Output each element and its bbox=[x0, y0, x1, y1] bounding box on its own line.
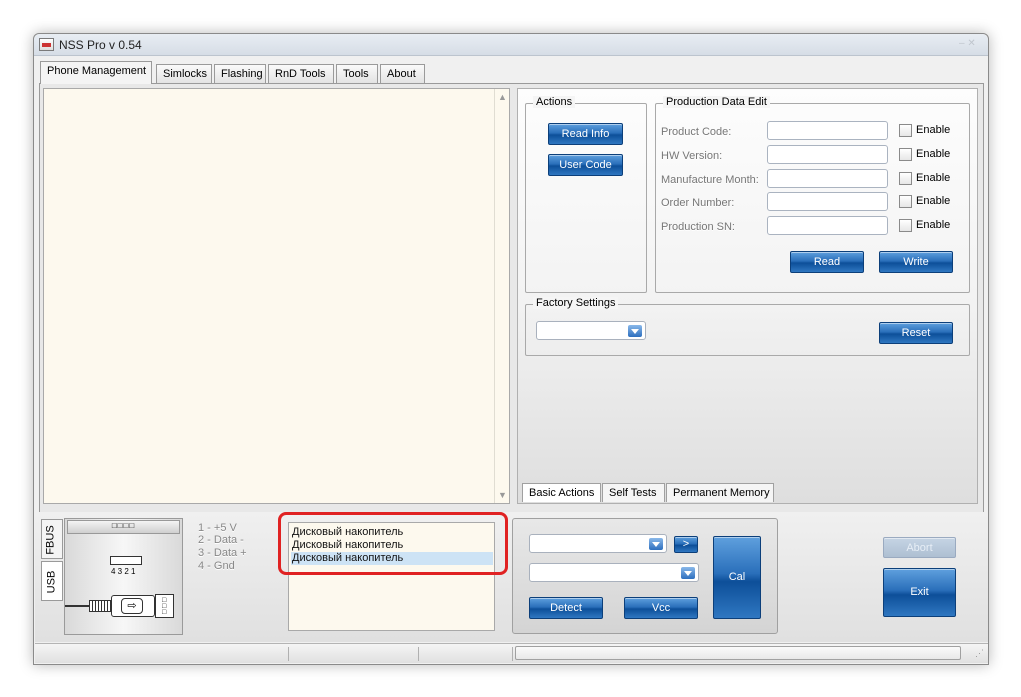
combo-dropdown-icon[interactable] bbox=[649, 538, 663, 550]
pin-3-label: 3 - Data + bbox=[198, 547, 247, 559]
window-controls[interactable]: – ✕ bbox=[959, 38, 979, 50]
reset-button[interactable]: Reset bbox=[879, 322, 953, 344]
manufacture-month-enable: Enable bbox=[916, 172, 951, 184]
tab-rnd-tools[interactable]: RnD Tools bbox=[268, 64, 334, 83]
log-output[interactable] bbox=[43, 88, 510, 504]
title-bar: NSS Pro v 0.54 – ✕ bbox=[34, 34, 988, 56]
status-separator bbox=[288, 647, 289, 661]
hw-version-enable: Enable bbox=[916, 148, 951, 160]
resize-grip-icon[interactable]: ⋰ bbox=[975, 648, 984, 659]
order-number-enable: Enable bbox=[916, 195, 951, 207]
hw-version-label: HW Version: bbox=[661, 150, 723, 162]
usb-pinout-panel: □□□□ 4 3 2 1 ⇨ □ □ □ bbox=[64, 518, 183, 635]
tab-tools[interactable]: Tools bbox=[336, 64, 378, 83]
port-combo[interactable] bbox=[529, 534, 667, 553]
connection-panel: > Detect Vcc Cal bbox=[512, 518, 778, 634]
log-scrollbar[interactable]: ▲ ▼ bbox=[494, 89, 509, 503]
abort-button[interactable]: Abort bbox=[883, 537, 956, 558]
product-code-enable: Enable bbox=[916, 124, 951, 136]
product-code-input[interactable] bbox=[767, 121, 888, 140]
read-button[interactable]: Read bbox=[790, 251, 864, 273]
tab-about[interactable]: About bbox=[380, 64, 425, 83]
detect-button[interactable]: Detect bbox=[529, 597, 603, 619]
status-separator bbox=[418, 647, 419, 661]
status-bar: ⋰ bbox=[35, 643, 988, 663]
side-tab-fbus[interactable]: FBUS bbox=[41, 519, 63, 559]
pin-4-label: 4 - Gnd bbox=[198, 560, 235, 572]
highlight-annotation bbox=[278, 512, 508, 575]
production-group-label: Production Data Edit bbox=[663, 96, 770, 108]
basic-actions-pane: Actions Read Info User Code Production D… bbox=[517, 88, 978, 504]
app-window: NSS Pro v 0.54 – ✕ Phone Management Siml… bbox=[33, 33, 989, 665]
production-sn-enable: Enable bbox=[916, 219, 951, 231]
factory-settings-combo[interactable] bbox=[536, 321, 646, 340]
subtab-permanent-memory[interactable]: Permanent Memory bbox=[666, 483, 774, 502]
manufacture-month-checkbox[interactable] bbox=[899, 172, 912, 185]
scroll-down-icon[interactable]: ▼ bbox=[498, 490, 507, 500]
vcc-button[interactable]: Vcc bbox=[624, 597, 698, 619]
cal-button[interactable]: Cal bbox=[713, 536, 761, 619]
pin-2-label: 2 - Data - bbox=[198, 534, 244, 546]
side-tab-usb-label: USB bbox=[45, 570, 58, 594]
product-code-label: Product Code: bbox=[661, 126, 732, 138]
factory-settings-label: Factory Settings bbox=[533, 297, 619, 309]
exit-button[interactable]: Exit bbox=[883, 568, 956, 617]
combo-dropdown-icon[interactable] bbox=[681, 567, 695, 579]
order-number-label: Order Number: bbox=[661, 197, 735, 209]
manufacture-month-label: Manufacture Month: bbox=[661, 174, 759, 186]
read-info-button[interactable]: Read Info bbox=[548, 123, 623, 145]
tab-phone-management[interactable]: Phone Management bbox=[40, 61, 152, 84]
usb-cable-icon: ⇨ □ □ □ bbox=[65, 594, 178, 620]
hw-version-input[interactable] bbox=[767, 145, 888, 164]
side-tab-usb[interactable]: USB bbox=[41, 561, 63, 601]
pin-numbers: 4 3 2 1 bbox=[111, 567, 136, 576]
window-title: NSS Pro v 0.54 bbox=[59, 38, 142, 52]
product-code-checkbox[interactable] bbox=[899, 124, 912, 137]
go-button[interactable]: > bbox=[674, 536, 698, 553]
app-icon bbox=[39, 38, 54, 51]
order-number-checkbox[interactable] bbox=[899, 195, 912, 208]
scroll-up-icon[interactable]: ▲ bbox=[498, 92, 507, 102]
user-code-button[interactable]: User Code bbox=[548, 154, 623, 176]
subtab-basic-actions[interactable]: Basic Actions bbox=[522, 483, 601, 502]
hw-version-checkbox[interactable] bbox=[899, 148, 912, 161]
order-number-input[interactable] bbox=[767, 192, 888, 211]
subtab-self-tests[interactable]: Self Tests bbox=[602, 483, 665, 502]
side-tab-fbus-label: FBUS bbox=[44, 525, 57, 555]
production-sn-label: Production SN: bbox=[661, 221, 735, 233]
tab-flashing[interactable]: Flashing bbox=[214, 64, 266, 83]
write-button[interactable]: Write bbox=[879, 251, 953, 273]
progress-bar bbox=[515, 646, 961, 660]
second-combo[interactable] bbox=[529, 563, 699, 582]
combo-dropdown-icon[interactable] bbox=[628, 325, 642, 337]
tab-simlocks[interactable]: Simlocks bbox=[156, 64, 212, 83]
pin-1-label: 1 - +5 V bbox=[198, 522, 237, 534]
status-separator bbox=[512, 647, 513, 661]
production-sn-checkbox[interactable] bbox=[899, 219, 912, 232]
usb-port-icon bbox=[110, 556, 142, 565]
production-sn-input[interactable] bbox=[767, 216, 888, 235]
connector-header-icon: □□□□ bbox=[67, 520, 180, 534]
manufacture-month-input[interactable] bbox=[767, 169, 888, 188]
actions-group-label: Actions bbox=[533, 96, 576, 108]
